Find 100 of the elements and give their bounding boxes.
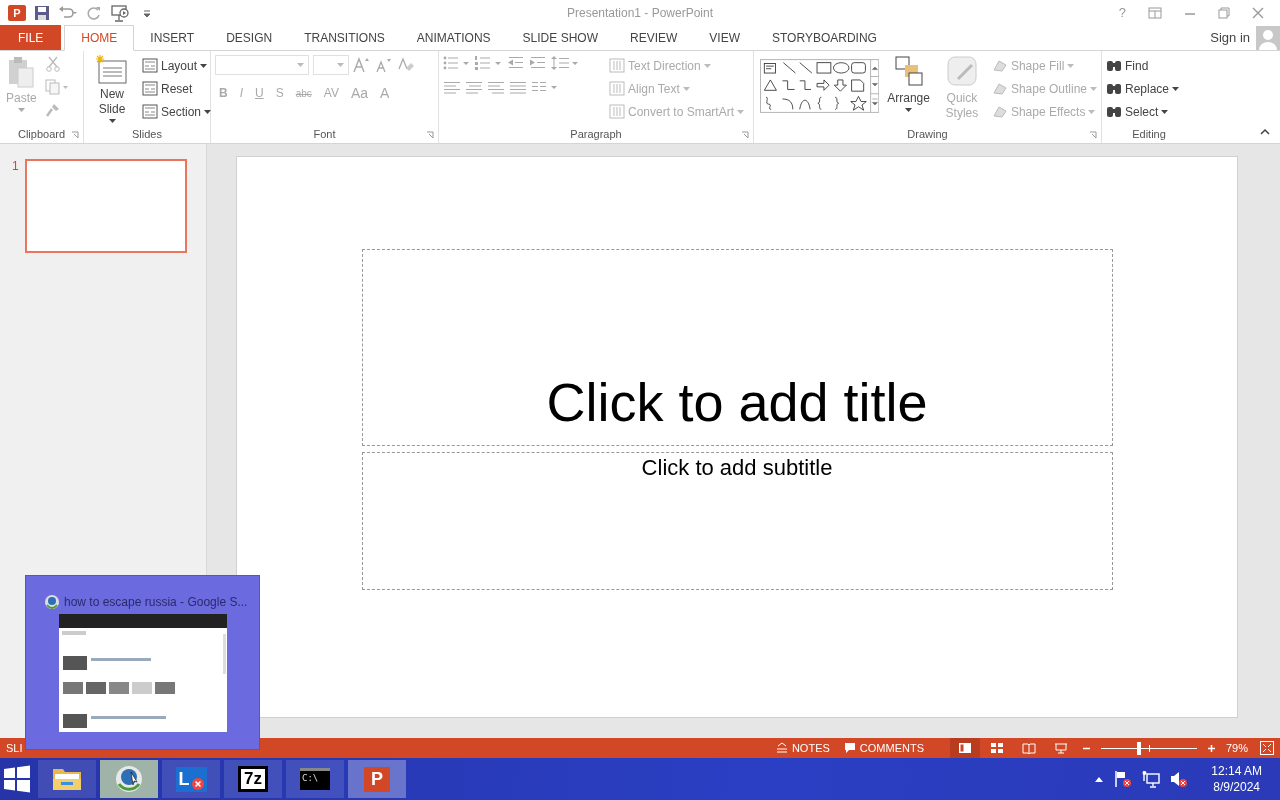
numbering-icon[interactable] — [475, 55, 503, 71]
zoom-slider-thumb[interactable] — [1137, 741, 1142, 755]
archiver-logo: 7z — [238, 766, 268, 792]
slide-option-button[interactable]: Section — [142, 102, 212, 121]
caret-icon — [297, 63, 304, 67]
fit-slide-icon[interactable] — [1260, 741, 1274, 755]
align-icon[interactable] — [465, 81, 483, 95]
ribbon-tab[interactable]: TRANSITIONS — [288, 25, 401, 50]
clipboard-icon — [6, 55, 37, 89]
taskbar-button[interactable]: 7z — [224, 760, 282, 798]
increase-indent-icon[interactable] — [529, 55, 547, 71]
window-title: Presentation1 - PowerPoint — [566, 5, 714, 20]
taskbar-button[interactable]: P — [348, 760, 406, 798]
ribbon-tab[interactable]: REVIEW — [613, 25, 694, 50]
speaker-muted-icon[interactable] — [1170, 770, 1189, 788]
layout-icon — [142, 58, 158, 73]
taskbar-button[interactable] — [100, 760, 158, 798]
clock-time[interactable]: 12:14 AM — [1211, 764, 1262, 778]
group-label: Editing — [1132, 128, 1166, 140]
collapse-ribbon-icon[interactable] — [1260, 128, 1270, 135]
ribbon-tab[interactable]: HOME — [64, 25, 135, 51]
messenger-logo: L — [175, 766, 207, 792]
caret-icon — [682, 86, 690, 91]
taskbar-button[interactable]: C:\ — [286, 760, 344, 798]
binoculars-icon — [1106, 81, 1122, 96]
shape-icon — [991, 104, 1008, 119]
slide-option-button[interactable]: Layout — [142, 56, 212, 75]
editing-button[interactable]: Select — [1106, 102, 1180, 121]
network-icon[interactable] — [1142, 770, 1161, 788]
ribbon-tab[interactable]: INSERT — [134, 25, 211, 50]
editing-button[interactable]: Find — [1106, 56, 1180, 75]
align-icon[interactable] — [487, 81, 505, 95]
ribbon-tab[interactable]: STORYBOARDING — [756, 25, 893, 50]
dialog-launcher-icon[interactable] — [1089, 131, 1097, 139]
arrange-icon — [892, 55, 925, 89]
align-icon[interactable] — [509, 81, 527, 95]
restore-icon[interactable] — [1218, 6, 1230, 19]
error-badge-icon — [191, 777, 204, 790]
group-label: Slides — [132, 128, 162, 140]
notes-icon — [775, 742, 788, 754]
grow-font-icon[interactable] — [353, 57, 371, 73]
help-button[interactable]: ? — [1118, 5, 1126, 20]
ribbon-tab[interactable]: ANIMATIONS — [400, 25, 507, 50]
clock-date[interactable]: 8/9/2024 — [1213, 780, 1260, 794]
new-slide-icon — [96, 55, 128, 85]
caret-icon — [17, 108, 25, 112]
ribbon-tab[interactable]: VIEW — [693, 25, 756, 50]
format-painter-icon[interactable] — [44, 102, 61, 118]
taskbar-button[interactable]: L — [162, 760, 220, 798]
sign-in-link[interactable]: Sign in — [1210, 25, 1256, 50]
customize-caret-icon[interactable] — [142, 7, 152, 18]
slide-option-button[interactable]: Reset — [142, 79, 212, 98]
save-icon[interactable] — [34, 4, 50, 21]
layout-icon — [142, 104, 158, 119]
ribbon-tab[interactable]: SLIDE SHOW — [506, 25, 614, 50]
dialog-launcher-icon[interactable] — [741, 131, 749, 139]
taskbar-preview[interactable]: how to escape russia - Google S... — [25, 575, 260, 750]
copy-icon[interactable] — [44, 79, 69, 95]
comments-button[interactable]: COMMENTS — [841, 742, 926, 754]
close-icon[interactable] — [1252, 6, 1264, 19]
decrease-indent-icon[interactable] — [507, 55, 525, 71]
start-button[interactable] — [3, 765, 31, 793]
dialog-launcher-icon[interactable] — [426, 131, 434, 139]
caret-icon — [337, 63, 344, 67]
ribbon-tab[interactable]: DESIGN — [210, 25, 289, 50]
undo-icon[interactable] — [58, 4, 78, 21]
caret-icon — [1067, 63, 1075, 68]
subtitle-placeholder[interactable]: Click to add subtitle — [361, 452, 1113, 590]
ribbon-tab[interactable]: FILE — [0, 25, 62, 50]
slide-thumbnail[interactable] — [24, 159, 187, 253]
console-logo: C:\ — [300, 768, 330, 790]
line-spacing-icon[interactable] — [551, 55, 579, 71]
bullets-icon[interactable] — [443, 55, 471, 71]
cut-icon[interactable] — [44, 56, 61, 72]
zoom-in-icon[interactable] — [1207, 743, 1216, 753]
redo-icon[interactable] — [86, 4, 102, 21]
flag-icon[interactable] — [1114, 770, 1133, 788]
align-icon[interactable] — [443, 81, 461, 95]
group-label: Drawing — [907, 128, 948, 140]
zoom-level[interactable]: 79% — [1226, 742, 1250, 754]
shape-icon — [991, 58, 1008, 73]
view-icon — [990, 742, 1004, 754]
shrink-font-icon[interactable] — [375, 57, 393, 73]
taskbar-button[interactable] — [38, 760, 96, 798]
editing-button[interactable]: Replace — [1106, 79, 1180, 98]
title-placeholder[interactable]: Click to add title — [361, 249, 1113, 446]
show-hidden-icons-icon[interactable] — [1094, 775, 1105, 783]
dialog-launcher-icon[interactable] — [71, 131, 79, 139]
caret-icon — [703, 63, 711, 68]
caret-icon — [204, 109, 212, 114]
arrange-button[interactable]: Arrange — [885, 55, 932, 112]
view-button[interactable] — [950, 738, 980, 758]
user-avatar-icon[interactable] — [1256, 25, 1280, 50]
notes-button[interactable]: NOTES — [773, 742, 832, 754]
powerpoint-logo[interactable]: P — [8, 4, 26, 21]
display-options-icon[interactable] — [1148, 6, 1162, 19]
clear-formatting-icon[interactable] — [397, 57, 415, 73]
new-slide-button[interactable]: New Slide — [88, 55, 136, 123]
binoculars-icon — [1106, 58, 1122, 73]
view-icon — [958, 742, 972, 754]
